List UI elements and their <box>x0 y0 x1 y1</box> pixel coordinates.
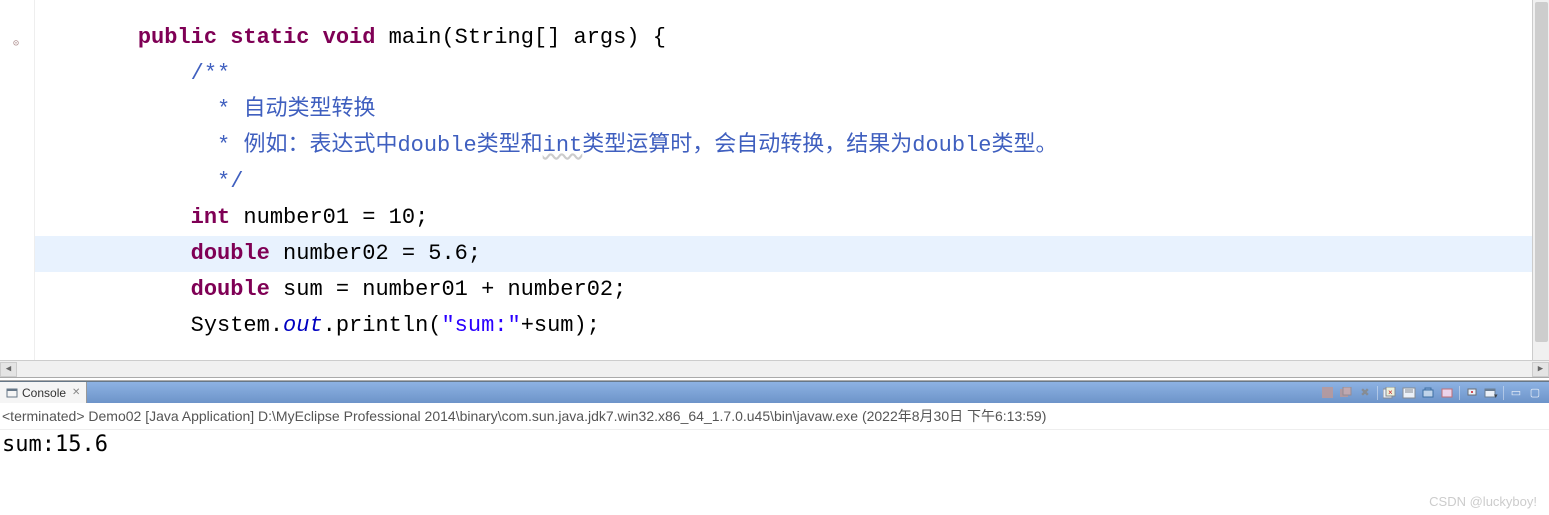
code-text: main(String[] args) { <box>389 25 666 50</box>
code-line[interactable]: /** <box>35 56 1549 92</box>
console-output[interactable]: sum:15.6 <box>0 430 1549 459</box>
code-text: sum = number01 + number02; <box>270 277 626 302</box>
code-line[interactable]: * 自动类型转换 <box>35 92 1549 128</box>
separator <box>1503 386 1504 400</box>
keyword: public <box>138 25 217 50</box>
console-tabbar: Console ✕ ✖ × ▾ ▭ ▢ <box>0 381 1549 403</box>
svg-text:×: × <box>1388 388 1393 397</box>
comment: * 例如：表达式中double类型和int类型运算时，会自动转换，结果为doub… <box>204 133 1058 158</box>
string-literal: "sum:" <box>441 313 520 338</box>
vertical-scrollbar-thumb[interactable] <box>1535 2 1548 342</box>
remove-all-icon[interactable]: × <box>1382 385 1398 401</box>
maximize-icon[interactable]: ▢ <box>1527 385 1543 401</box>
scroll-right-button[interactable]: ▶ <box>1532 362 1549 377</box>
console-toolbar: ✖ × ▾ ▭ ▢ <box>1319 382 1549 403</box>
code-text: number02 = 5.6; <box>270 241 481 266</box>
static-field: out <box>283 313 323 338</box>
comment: /** <box>191 61 231 86</box>
code-line[interactable]: System.out.println("sum:"+sum); <box>35 308 1549 344</box>
separator <box>1459 386 1460 400</box>
scroll-left-button[interactable]: ◀ <box>0 362 17 377</box>
code-area[interactable]: public static void main(String[] args) {… <box>35 0 1549 344</box>
minimize-icon[interactable]: ▭ <box>1508 385 1524 401</box>
separator <box>1377 386 1378 400</box>
watermark: CSDN @luckyboy! <box>1429 494 1537 509</box>
code-line-current[interactable]: double number02 = 5.6; <box>35 236 1549 272</box>
console-status-line: <terminated> Demo02 [Java Application] D… <box>0 403 1549 430</box>
code-line[interactable]: * 例如：表达式中double类型和int类型运算时，会自动转换，结果为doub… <box>35 128 1549 164</box>
clear-console-icon[interactable] <box>1401 385 1417 401</box>
code-editor[interactable]: ⊝ public static void main(String[] args)… <box>0 0 1549 360</box>
comment: */ <box>204 169 244 194</box>
vertical-scrollbar[interactable] <box>1532 0 1549 360</box>
scroll-lock-icon[interactable] <box>1420 385 1436 401</box>
keyword: void <box>323 25 376 50</box>
remove-launch-icon[interactable]: ✖ <box>1357 385 1373 401</box>
code-text: System. <box>191 313 283 338</box>
code-text: number01 = 10; <box>230 205 428 230</box>
terminate-icon[interactable] <box>1319 385 1335 401</box>
console-tab-label: Console <box>22 386 66 400</box>
display-console-icon[interactable]: ▾ <box>1483 385 1499 401</box>
keyword: double <box>191 241 270 266</box>
code-line[interactable]: */ <box>35 164 1549 200</box>
editor-gutter: ⊝ <box>0 0 35 360</box>
code-line[interactable]: double sum = number01 + number02; <box>35 272 1549 308</box>
horizontal-scrollbar[interactable]: ◀ ▶ <box>0 360 1549 377</box>
keyword: double <box>191 277 270 302</box>
console-tab[interactable]: Console ✕ <box>0 382 87 403</box>
pin-console-icon[interactable] <box>1464 385 1480 401</box>
keyword: int <box>191 205 231 230</box>
code-line[interactable]: public static void main(String[] args) { <box>35 20 1549 56</box>
code-line[interactable]: int number01 = 10; <box>35 200 1549 236</box>
close-icon[interactable]: ✕ <box>70 387 80 398</box>
svg-text:▾: ▾ <box>1494 393 1498 399</box>
word-wrap-icon[interactable] <box>1439 385 1455 401</box>
keyword: static <box>230 25 309 50</box>
comment: * 自动类型转换 <box>204 97 376 122</box>
console-icon <box>6 387 18 399</box>
terminate-all-icon[interactable] <box>1338 385 1354 401</box>
gutter-marker-icon: ⊝ <box>13 38 19 50</box>
